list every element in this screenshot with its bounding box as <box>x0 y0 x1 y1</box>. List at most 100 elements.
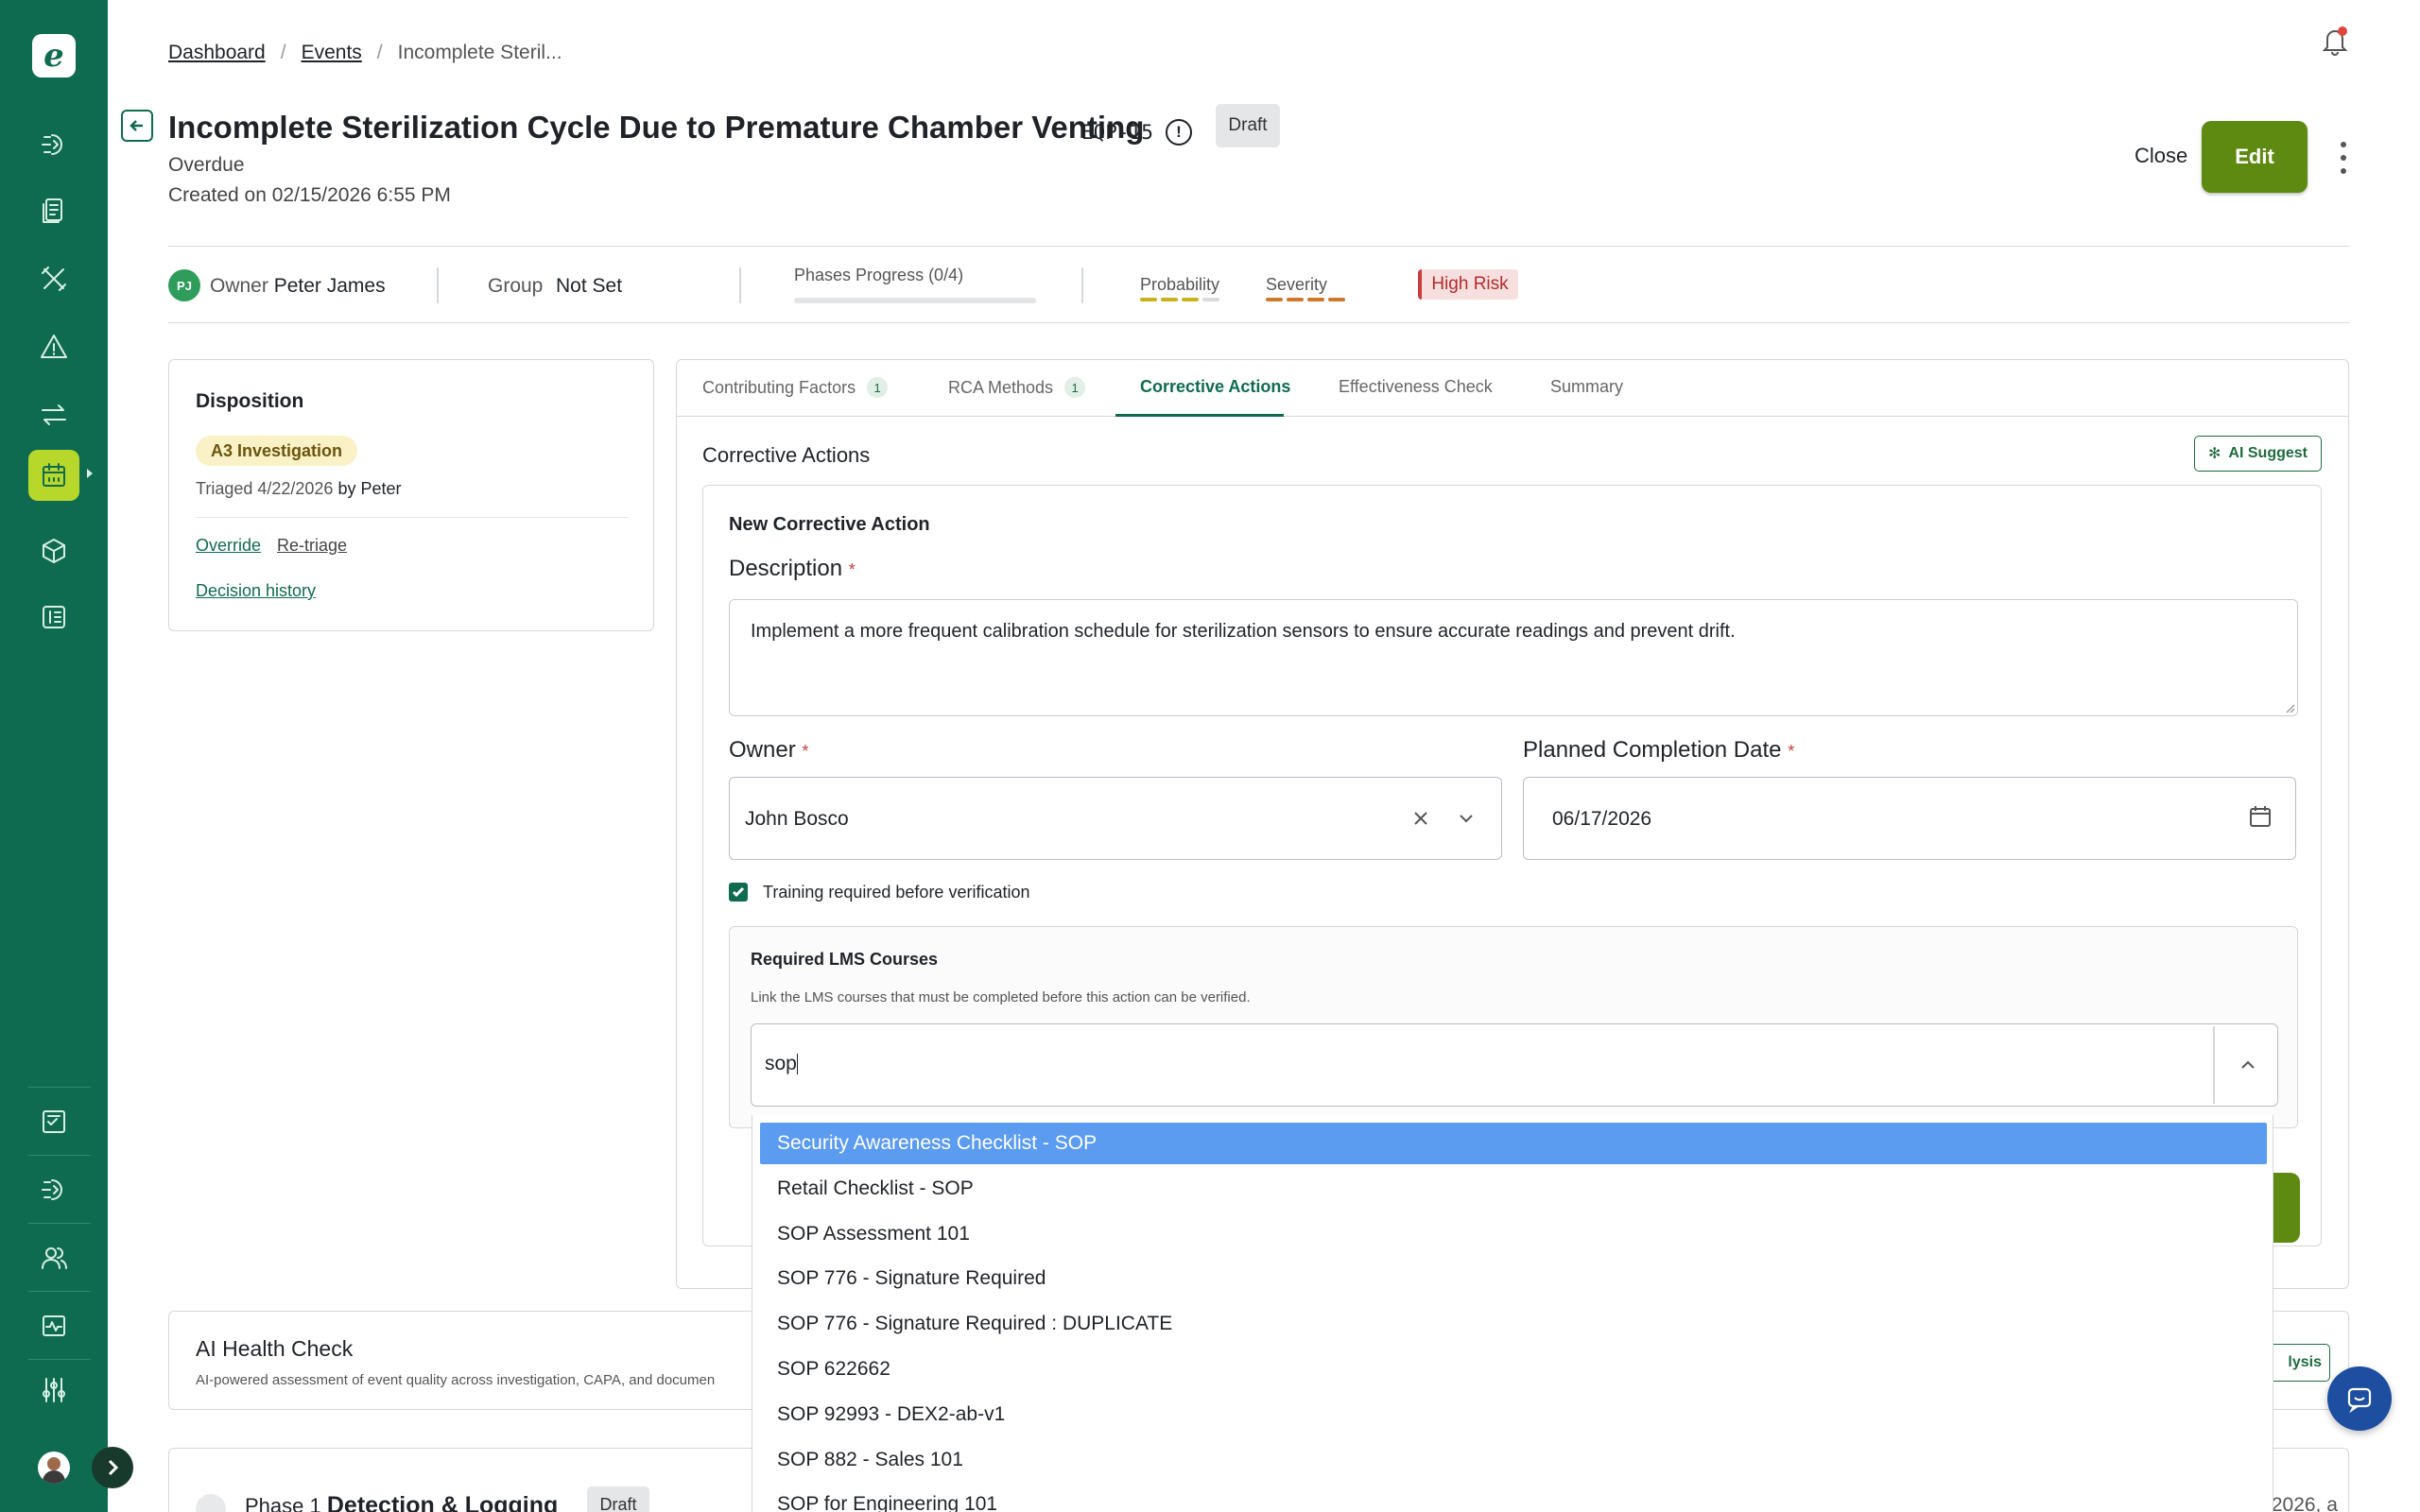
phase-status-dot <box>196 1494 226 1512</box>
nav-checklist-icon[interactable] <box>28 1096 79 1147</box>
nav-tools-icon[interactable] <box>28 253 79 304</box>
disposition-card: Disposition A3 Investigation Triaged 4/2… <box>168 359 654 631</box>
sidebar-divider <box>28 1223 91 1224</box>
sparkle-icon: ✻ <box>2208 446 2221 462</box>
owner-field[interactable]: Owner Peter James <box>210 275 386 298</box>
info-icon[interactable]: ! <box>1166 119 1192 146</box>
more-options-icon[interactable] <box>2337 142 2350 174</box>
meter-segment <box>1328 298 1345 301</box>
chat-support-button[interactable] <box>2327 1366 2392 1431</box>
event-id: EQP-15 <box>1081 121 1153 144</box>
nav-settings-sliders-icon[interactable] <box>28 1365 79 1416</box>
nav-package-icon[interactable] <box>28 525 79 576</box>
nav-documents-icon[interactable] <box>28 185 79 236</box>
chevron-down-icon[interactable] <box>1452 804 1480 833</box>
sidebar-divider <box>28 1087 91 1088</box>
owner-avatar: PJ <box>168 269 200 301</box>
training-required-label: Training required before verification <box>763 883 1030 902</box>
dropdown-option[interactable]: SOP 622662 <box>760 1349 2267 1390</box>
arrow-left-icon <box>130 120 143 131</box>
health-check-title: AI Health Check <box>196 1336 354 1361</box>
app-logo[interactable]: e <box>32 34 76 77</box>
nav-monitor-icon[interactable] <box>28 1300 79 1351</box>
breadcrumb: Dashboard / Events / Incomplete Steril..… <box>168 42 562 64</box>
lms-title: Required LMS Courses <box>751 950 939 969</box>
nav-reports-icon[interactable] <box>28 592 79 643</box>
owner-select[interactable]: John Bosco <box>729 777 1502 860</box>
lms-course-dropdown: Security Awareness Checklist - SOP Retail… <box>752 1115 2273 1512</box>
triaged-date: Triaged 4/22/2026 <box>196 479 334 498</box>
tab-label: RCA Methods <box>948 377 1054 397</box>
tab-bar: Contributing Factors 1 RCA Methods 1 Cor… <box>677 360 2348 417</box>
phases-progress-label: Phases Progress (0/4) <box>794 266 964 284</box>
nav-events-calendar-icon[interactable] <box>28 450 79 501</box>
phases-progress-bar <box>794 298 1036 303</box>
run-analysis-button[interactable]: lysis <box>2266 1344 2330 1382</box>
breadcrumb-current: Incomplete Steril... <box>397 42 562 63</box>
tab-summary[interactable]: Summary <box>1550 377 1623 397</box>
disposition-badge: A3 Investigation <box>196 436 358 466</box>
resize-handle-icon[interactable] <box>2284 702 2295 713</box>
override-link[interactable]: Override <box>196 536 261 556</box>
notification-bell-icon[interactable] <box>2319 25 2351 57</box>
dropdown-option[interactable]: SOP for Engineering 101 <box>760 1484 2267 1512</box>
breadcrumb-dashboard[interactable]: Dashboard <box>168 42 266 64</box>
group-value[interactable]: Not Set <box>556 275 622 298</box>
nav-activity-icon[interactable] <box>28 119 79 170</box>
meter-segment <box>1161 298 1178 301</box>
check-icon <box>732 886 745 898</box>
close-button[interactable]: Close <box>2135 144 2187 168</box>
nav-users-icon[interactable] <box>28 1232 79 1283</box>
sidebar-expand-icon[interactable] <box>92 1447 133 1488</box>
meter-segment <box>1287 298 1304 301</box>
dropdown-option[interactable]: SOP 776 - Signature Required <box>760 1258 2267 1299</box>
dropdown-option[interactable]: SOP Assessment 101 <box>760 1213 2267 1255</box>
dropdown-option[interactable]: Retail Checklist - SOP <box>760 1168 2267 1210</box>
tab-label: Corrective Actions <box>1140 377 1291 396</box>
tab-effectiveness-check[interactable]: Effectiveness Check <box>1339 377 1493 397</box>
risk-badge: High Risk <box>1418 269 1518 300</box>
date-field-label: Planned Completion Date * <box>1523 737 1795 763</box>
decision-history-link[interactable]: Decision history <box>196 581 316 601</box>
probability-label: Probability <box>1140 275 1220 294</box>
training-required-checkbox[interactable] <box>729 883 748 902</box>
phase-status-badge: Draft <box>587 1486 649 1512</box>
dropdown-option[interactable]: Security Awareness Checklist - SOP <box>760 1123 2267 1164</box>
lms-course-search-input[interactable]: sop <box>751 1023 2278 1107</box>
sidebar-divider <box>28 1359 91 1360</box>
back-button[interactable] <box>121 110 153 142</box>
dropdown-option[interactable]: SOP 776 - Signature Required : DUPLICATE <box>760 1303 2267 1345</box>
phase-title: Phase 1 Detection & Logging <box>245 1492 559 1512</box>
tab-label: Effectiveness Check <box>1339 377 1493 396</box>
breadcrumb-events[interactable]: Events <box>302 42 362 64</box>
dropdown-option[interactable]: SOP 882 - Sales 101 <box>760 1439 2267 1481</box>
due-status: Overdue <box>168 154 245 176</box>
lms-search-value: sop <box>765 1053 797 1074</box>
active-nav-caret <box>87 469 93 478</box>
nav-workflow-icon[interactable] <box>28 1164 79 1215</box>
tab-contributing-factors[interactable]: Contributing Factors 1 <box>702 377 889 398</box>
meter-segment <box>1307 298 1324 301</box>
retriage-link[interactable]: Re-triage <box>277 536 347 556</box>
ai-suggest-label: AI Suggest <box>2228 445 2308 461</box>
user-avatar[interactable] <box>38 1452 70 1484</box>
triaged-info: Triaged 4/22/2026 by Peter <box>196 479 402 499</box>
owner-label: Owner <box>210 275 268 297</box>
severity-label: Severity <box>1266 275 1328 294</box>
tab-rca-methods[interactable]: RCA Methods 1 <box>948 377 1086 398</box>
tab-corrective-actions[interactable]: Corrective Actions <box>1140 377 1290 397</box>
meter-segment <box>1202 298 1219 301</box>
nav-transfer-icon[interactable] <box>28 389 79 440</box>
nav-warning-icon[interactable] <box>28 321 79 372</box>
calendar-icon[interactable] <box>2248 804 2273 829</box>
description-textarea[interactable]: Implement a more frequent calibration sc… <box>729 599 2298 716</box>
dropdown-option[interactable]: SOP 92993 - DEX2-ab-v1 <box>760 1394 2267 1435</box>
edit-button[interactable]: Edit <box>2202 121 2308 193</box>
date-value: 06/17/2026 <box>1552 808 1652 830</box>
clear-icon[interactable] <box>1407 804 1435 833</box>
event-info-bar: PJ Owner Peter James Group Not Set Phase… <box>168 246 2349 323</box>
description-label: Description * <box>729 556 856 581</box>
ai-suggest-button[interactable]: ✻ AI Suggest <box>2194 436 2322 472</box>
chevron-up-icon[interactable] <box>2234 1051 2262 1079</box>
planned-completion-date-input[interactable]: 06/17/2026 <box>1523 777 2296 860</box>
